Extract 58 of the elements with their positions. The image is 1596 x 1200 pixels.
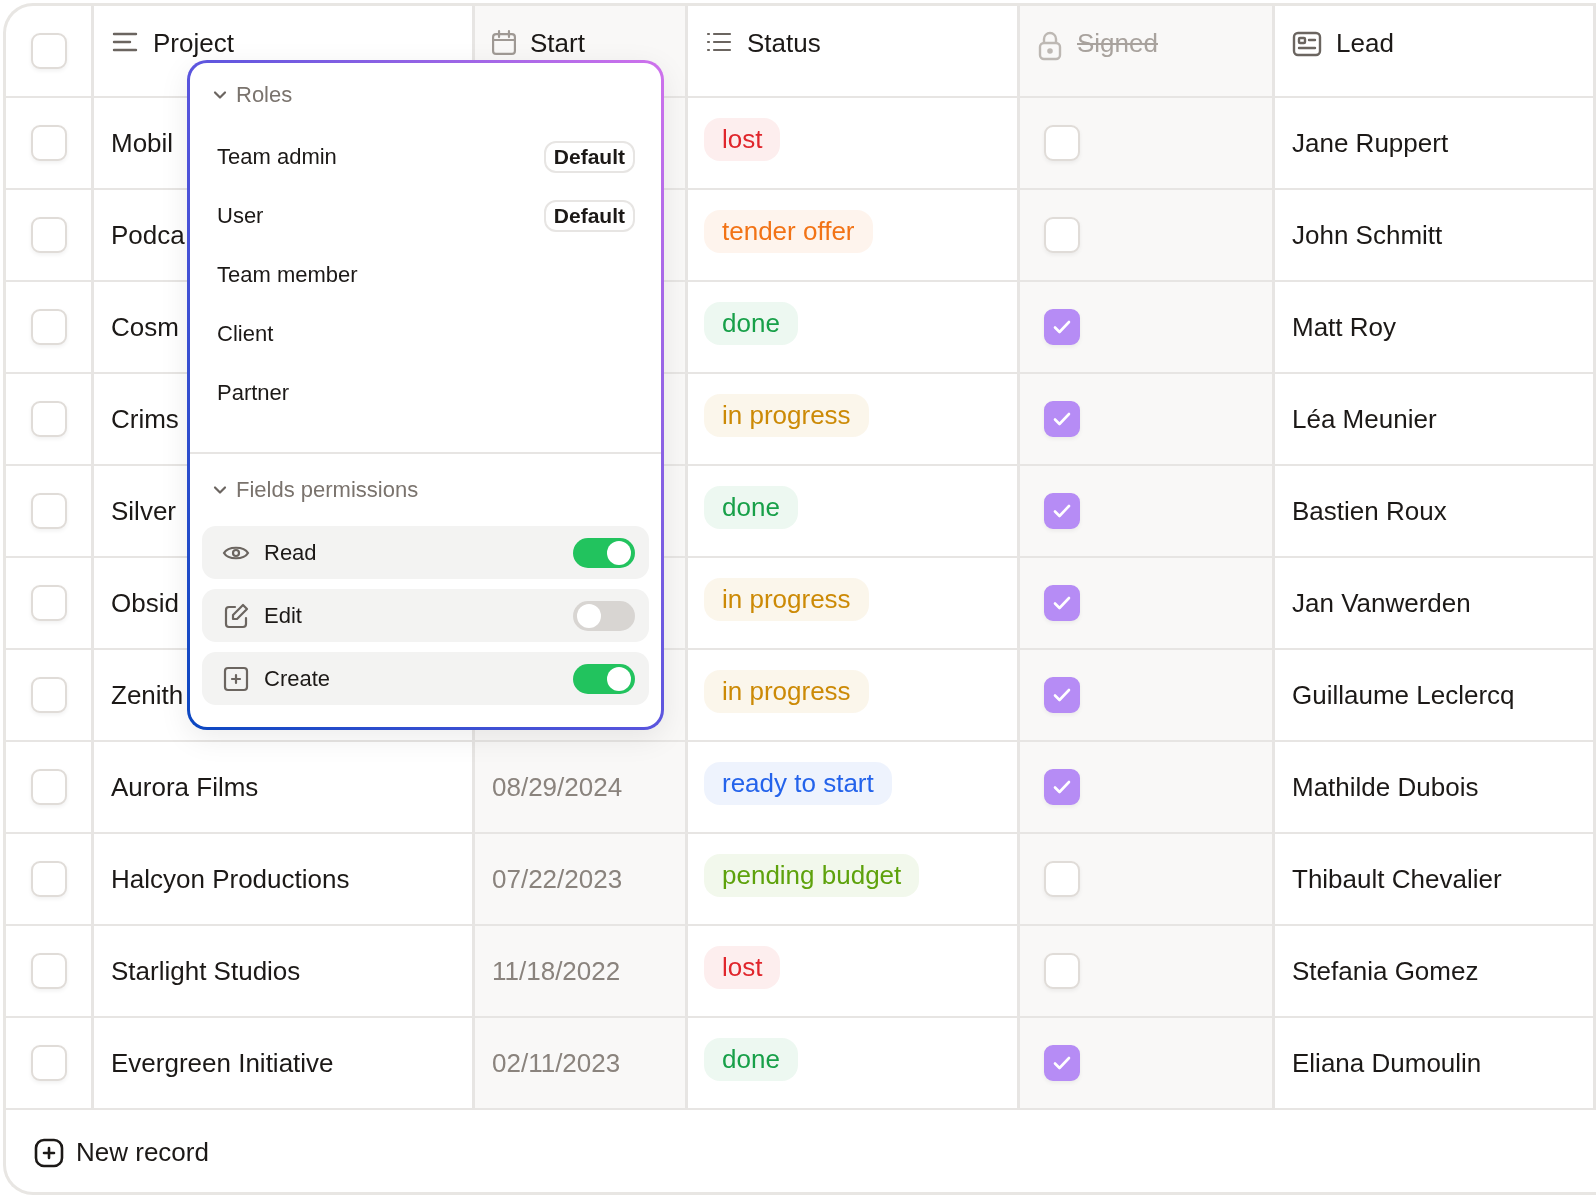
column-title[interactable]: Lead xyxy=(1336,28,1394,59)
status-tag: in progress xyxy=(704,393,869,437)
table-cell: Jane Ruppert xyxy=(1275,98,1596,190)
status-tag: lost xyxy=(704,945,781,989)
status-tag: done xyxy=(704,1037,798,1081)
lock-icon xyxy=(1037,30,1063,62)
plus-square-icon xyxy=(34,1137,64,1168)
table-cell: Mathilde Dubois xyxy=(1275,742,1596,834)
toggle-switch[interactable] xyxy=(573,663,635,694)
table-cell: Jan Vanwerden xyxy=(1275,558,1596,650)
default-badge: Default xyxy=(543,140,635,173)
checkbox[interactable] xyxy=(1044,309,1080,345)
table-cell: 02/11/2023 xyxy=(475,1018,688,1110)
permission-label: Edit xyxy=(264,602,303,629)
role-item[interactable]: Partner xyxy=(217,379,290,406)
toggle-switch[interactable] xyxy=(573,537,635,568)
table-cell: Léa Meunier xyxy=(1275,374,1596,466)
table-cell: John Schmitt xyxy=(1275,190,1596,282)
status-tag: pending budget xyxy=(704,853,920,897)
status-tag: done xyxy=(704,485,798,529)
table-cell: Bastien Roux xyxy=(1275,466,1596,558)
checkbox[interactable] xyxy=(1044,493,1080,529)
table-cell: Eliana Dumoulin xyxy=(1275,1018,1596,1110)
column-title[interactable]: Project xyxy=(153,28,234,59)
edit-icon xyxy=(222,601,250,630)
list-icon xyxy=(705,30,733,54)
role-item[interactable]: Client xyxy=(217,320,274,347)
checkbox[interactable] xyxy=(1044,769,1080,805)
status-tag: tender offer xyxy=(704,209,873,253)
plus-square-icon xyxy=(222,664,250,693)
role-item[interactable]: User xyxy=(217,202,264,229)
status-tag: lost xyxy=(704,117,781,161)
table-cell: 07/22/2023 xyxy=(475,834,688,926)
checkbox[interactable] xyxy=(1044,677,1080,713)
status-tag: in progress xyxy=(704,577,869,621)
toggle-switch[interactable] xyxy=(573,600,635,631)
checkbox[interactable] xyxy=(1044,1045,1080,1081)
table-cell: Thibault Chevalier xyxy=(1275,834,1596,926)
role-item[interactable]: Team admin xyxy=(217,143,337,170)
lines-icon xyxy=(111,30,139,54)
column-title[interactable]: Start xyxy=(530,28,585,59)
permission-label: Create xyxy=(264,665,332,692)
table-cell: 08/29/2024 xyxy=(475,742,688,834)
table-cell: Stefania Gomez xyxy=(1275,926,1596,1018)
table-cell: Matt Roy xyxy=(1275,282,1596,374)
section-title: Fields permissions xyxy=(236,477,419,503)
status-tag: in progress xyxy=(704,669,869,713)
table-cell: Guillaume Leclercq xyxy=(1275,650,1596,742)
default-badge: Default xyxy=(543,199,635,232)
checkbox[interactable] xyxy=(1044,585,1080,621)
status-tag: done xyxy=(704,301,798,345)
column-title[interactable]: Status xyxy=(747,28,821,59)
id-card-icon xyxy=(1292,30,1322,58)
new-record-button[interactable]: New record xyxy=(34,1133,209,1172)
table-cell: 11/18/2022 xyxy=(475,926,688,1018)
checkbox[interactable] xyxy=(1044,401,1080,437)
calendar-icon xyxy=(492,30,516,55)
status-tag: ready to start xyxy=(704,761,892,805)
